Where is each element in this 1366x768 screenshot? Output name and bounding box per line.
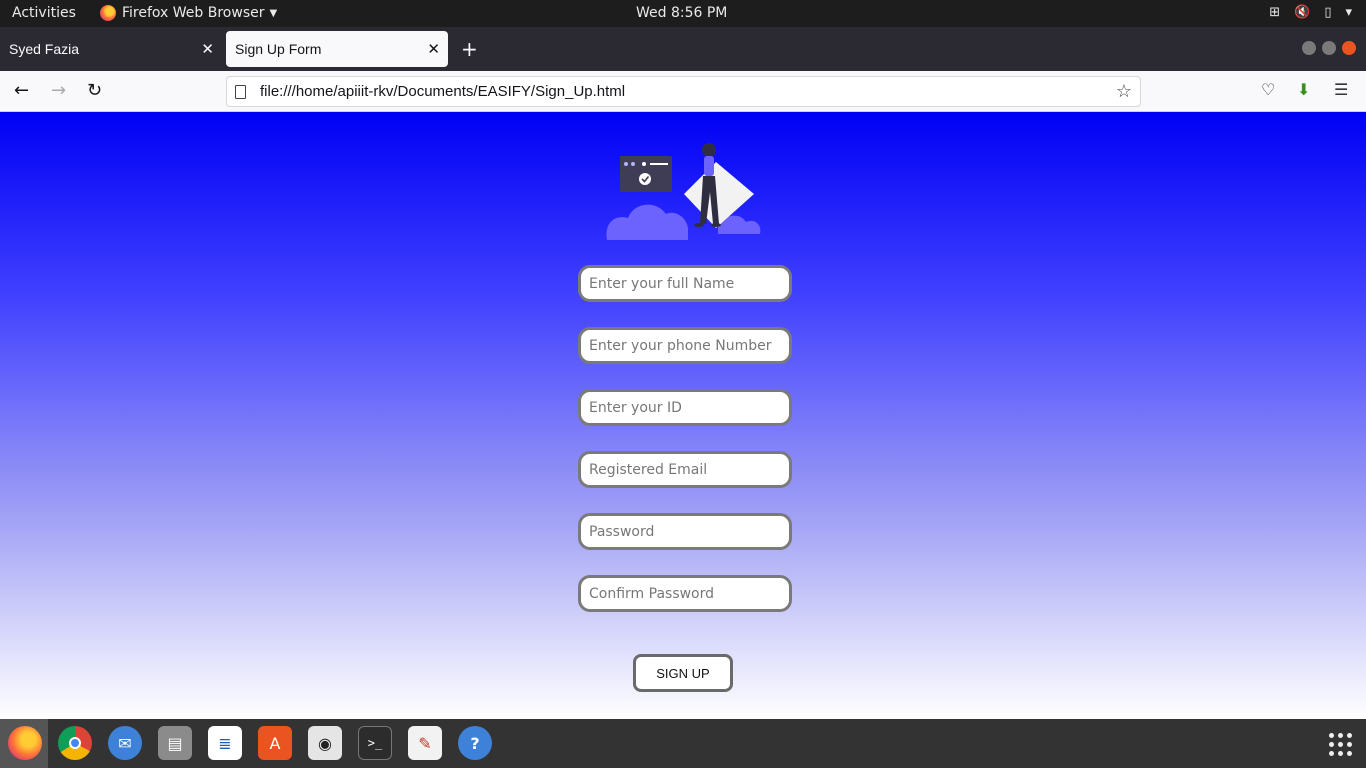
email-input[interactable] — [578, 451, 792, 488]
page-content: SIGN UP — [0, 112, 1366, 719]
maximize-icon[interactable] — [1322, 41, 1336, 55]
url-text: file:///home/apiiit-rkv/Documents/EASIFY… — [260, 83, 626, 100]
signup-illustration — [606, 143, 761, 240]
confirm-password-input[interactable] — [578, 575, 792, 612]
system-tray[interactable]: ⊞ 🔇 ▯ ▾ — [1269, 5, 1352, 20]
phone-number-input[interactable] — [578, 327, 792, 364]
writer-icon[interactable]: ≣ — [208, 726, 242, 760]
sign-up-button[interactable]: SIGN UP — [633, 654, 733, 692]
bookmark-star-icon[interactable]: ☆ — [1116, 81, 1132, 102]
help-icon[interactable]: ? — [458, 726, 492, 760]
tab-sign-up-form[interactable]: Sign Up Form ✕ — [226, 31, 448, 67]
page-icon — [235, 84, 246, 99]
tab-label: Sign Up Form — [235, 41, 322, 57]
activities-button[interactable]: Activities — [12, 5, 76, 21]
download-icon[interactable]: ⬇ — [1297, 80, 1310, 99]
volume-muted-icon: 🔇 — [1294, 5, 1311, 20]
battery-icon: ▯ — [1324, 5, 1332, 20]
software-icon[interactable]: A — [258, 726, 292, 760]
close-window-icon[interactable] — [1342, 41, 1356, 55]
app-menu-label: Firefox Web Browser — [122, 5, 265, 21]
app-menu[interactable]: Firefox Web Browser ▼ — [100, 5, 277, 21]
terminal-icon[interactable]: >_ — [358, 726, 392, 760]
id-input[interactable] — [578, 389, 792, 426]
pocket-icon[interactable]: ♡ — [1261, 80, 1275, 99]
tab-strip: Syed Fazia ✕ Sign Up Form ✕ + — [0, 27, 1366, 71]
url-bar[interactable]: file:///home/apiiit-rkv/Documents/EASIFY… — [226, 76, 1141, 107]
full-name-input[interactable] — [578, 265, 792, 302]
close-tab-icon[interactable]: ✕ — [427, 40, 440, 58]
new-tab-icon[interactable]: + — [461, 37, 478, 61]
hamburger-menu-icon[interactable]: ☰ — [1334, 80, 1348, 99]
files-icon[interactable]: ▤ — [158, 726, 192, 760]
back-arrow-icon[interactable]: ← — [14, 80, 29, 101]
window-controls — [1302, 41, 1356, 55]
close-tab-icon[interactable]: ✕ — [201, 40, 214, 58]
text-editor-icon[interactable]: ✎ — [408, 726, 442, 760]
firefox-icon[interactable] — [8, 726, 42, 760]
system-top-bar: Activities Firefox Web Browser ▼ Wed 8:5… — [0, 0, 1366, 27]
password-input[interactable] — [578, 513, 792, 550]
reload-icon[interactable]: ↻ — [87, 80, 102, 101]
clock[interactable]: Wed 8:56 PM — [636, 5, 727, 21]
navigation-bar: ← → ↻ file:///home/apiiit-rkv/Documents/… — [0, 71, 1366, 112]
chevron-down-icon: ▾ — [1345, 5, 1352, 20]
show-apps-icon[interactable] — [1329, 733, 1352, 756]
tab-label: Syed Fazia — [9, 41, 80, 57]
network-icon: ⊞ — [1269, 5, 1281, 20]
thunderbird-icon[interactable]: ✉ — [108, 726, 142, 760]
firefox-icon — [100, 5, 116, 21]
caret-down-icon: ▼ — [269, 7, 278, 19]
forward-arrow-icon[interactable]: → — [51, 80, 66, 101]
dock: ✉ ▤ ≣ A ◉ >_ ✎ ? — [0, 719, 1366, 768]
rhythmbox-icon[interactable]: ◉ — [308, 726, 342, 760]
minimize-icon[interactable] — [1302, 41, 1316, 55]
chrome-icon[interactable] — [58, 726, 92, 760]
tab-syed-fazia[interactable]: Syed Fazia ✕ — [0, 31, 222, 67]
